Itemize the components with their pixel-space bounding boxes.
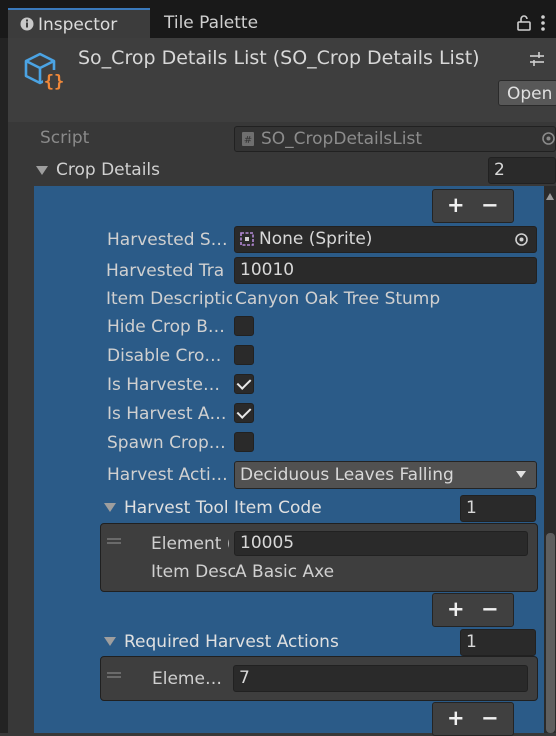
remove-button[interactable]: − (481, 193, 499, 217)
remove-button[interactable]: − (481, 706, 499, 730)
add-button[interactable]: + (447, 597, 465, 621)
item-description-value: Canyon Oak Tree Stump (235, 289, 441, 309)
required-actions-count[interactable]: 1 (460, 629, 536, 656)
dropdown-arrow-icon (516, 471, 526, 478)
harvest-tool-label[interactable]: Harvest Tool Item Code (124, 498, 322, 518)
required-actions-element-input[interactable]: 7 (233, 665, 528, 692)
object-picker-icon (542, 132, 555, 145)
harvested-sprite-value: None (Sprite) (259, 229, 373, 249)
item-description-label: Item Descriptic (106, 289, 232, 309)
harvest-tool-element-input[interactable]: 10005 (234, 531, 528, 556)
scrollbar-thumb[interactable] (546, 533, 555, 733)
required-actions-element-label: Eleme… (152, 669, 222, 689)
harvested-sprite-field[interactable]: None (Sprite) (234, 226, 537, 253)
list-add-remove-top: + − (432, 189, 514, 223)
is-harvested-label: Is Harveste… (107, 375, 220, 395)
required-actions-foldout-icon[interactable] (104, 637, 116, 646)
harvested-transform-label: Harvested Tra (106, 261, 225, 281)
drag-handle-icon[interactable] (107, 672, 121, 678)
disable-crop-label: Disable Cro… (107, 346, 222, 366)
crop-details-label[interactable]: Crop Details (56, 160, 160, 180)
hide-crop-checkbox[interactable] (234, 316, 254, 336)
harvest-tool-foldout-icon[interactable] (104, 503, 116, 512)
spawn-crop-label: Spawn Crop… (107, 433, 226, 453)
drag-handle-icon[interactable] (107, 538, 121, 544)
harvest-action-label: Harvest Acti… (107, 465, 228, 485)
left-edge (0, 38, 8, 733)
required-actions-add-remove: + − (432, 702, 514, 736)
harvest-tool-element-label: Element ( (151, 534, 229, 554)
harvest-action-value: Deciduous Leaves Falling (240, 465, 454, 485)
hide-crop-label: Hide Crop B… (107, 317, 225, 337)
remove-button[interactable]: − (481, 597, 499, 621)
tab-inspector[interactable]: Inspector (8, 8, 150, 38)
is-harvest-a-label: Is Harvest A… (107, 404, 227, 424)
harvest-tool-desc-value: A Basic Axe (235, 562, 335, 582)
add-button[interactable]: + (447, 193, 465, 217)
page-title: So_Crop Details List (SO_Crop Details Li… (78, 47, 480, 69)
harvested-transform-input[interactable]: 10010 (234, 257, 537, 284)
is-harvest-a-checkbox[interactable] (234, 403, 254, 423)
script-label: Script (40, 128, 90, 148)
scroll-up-arrow[interactable] (546, 193, 554, 200)
more-options-icon[interactable] (540, 15, 546, 31)
harvest-tool-count[interactable]: 1 (460, 495, 536, 522)
tab-inspector-label: Inspector (38, 15, 118, 35)
disable-crop-checkbox[interactable] (234, 345, 254, 365)
svg-text:#: # (244, 135, 252, 146)
inspector-header: {} So_Crop Details List (SO_Crop Details… (8, 38, 556, 123)
info-icon (20, 17, 34, 31)
crop-details-foldout-icon[interactable] (36, 166, 48, 175)
script-file-icon: # (242, 132, 254, 146)
script-field: SO_CropDetailsList (234, 126, 556, 152)
settings-sliders-icon[interactable] (528, 50, 546, 68)
harvest-tool-desc-label: Item Desc (151, 562, 235, 582)
harvest-action-dropdown[interactable]: Deciduous Leaves Falling (234, 461, 537, 489)
harvest-tool-add-remove: + − (432, 593, 514, 627)
open-button[interactable]: Open (498, 80, 556, 106)
script-value: SO_CropDetailsList (261, 129, 423, 149)
tab-tile-palette[interactable]: Tile Palette (164, 13, 258, 33)
crop-details-count[interactable]: 2 (488, 157, 556, 184)
scriptable-object-icon: {} (24, 52, 65, 92)
sprite-icon (240, 232, 254, 246)
sprite-picker-icon[interactable] (514, 232, 529, 247)
svg-text:{}: {} (44, 72, 64, 92)
is-harvested-checkbox[interactable] (234, 374, 254, 394)
harvested-sprite-label: Harvested S… (107, 230, 228, 250)
lock-icon[interactable] (517, 15, 531, 31)
required-actions-label[interactable]: Required Harvest Actions (124, 632, 339, 652)
add-button[interactable]: + (447, 706, 465, 730)
spawn-crop-checkbox[interactable] (234, 432, 254, 452)
